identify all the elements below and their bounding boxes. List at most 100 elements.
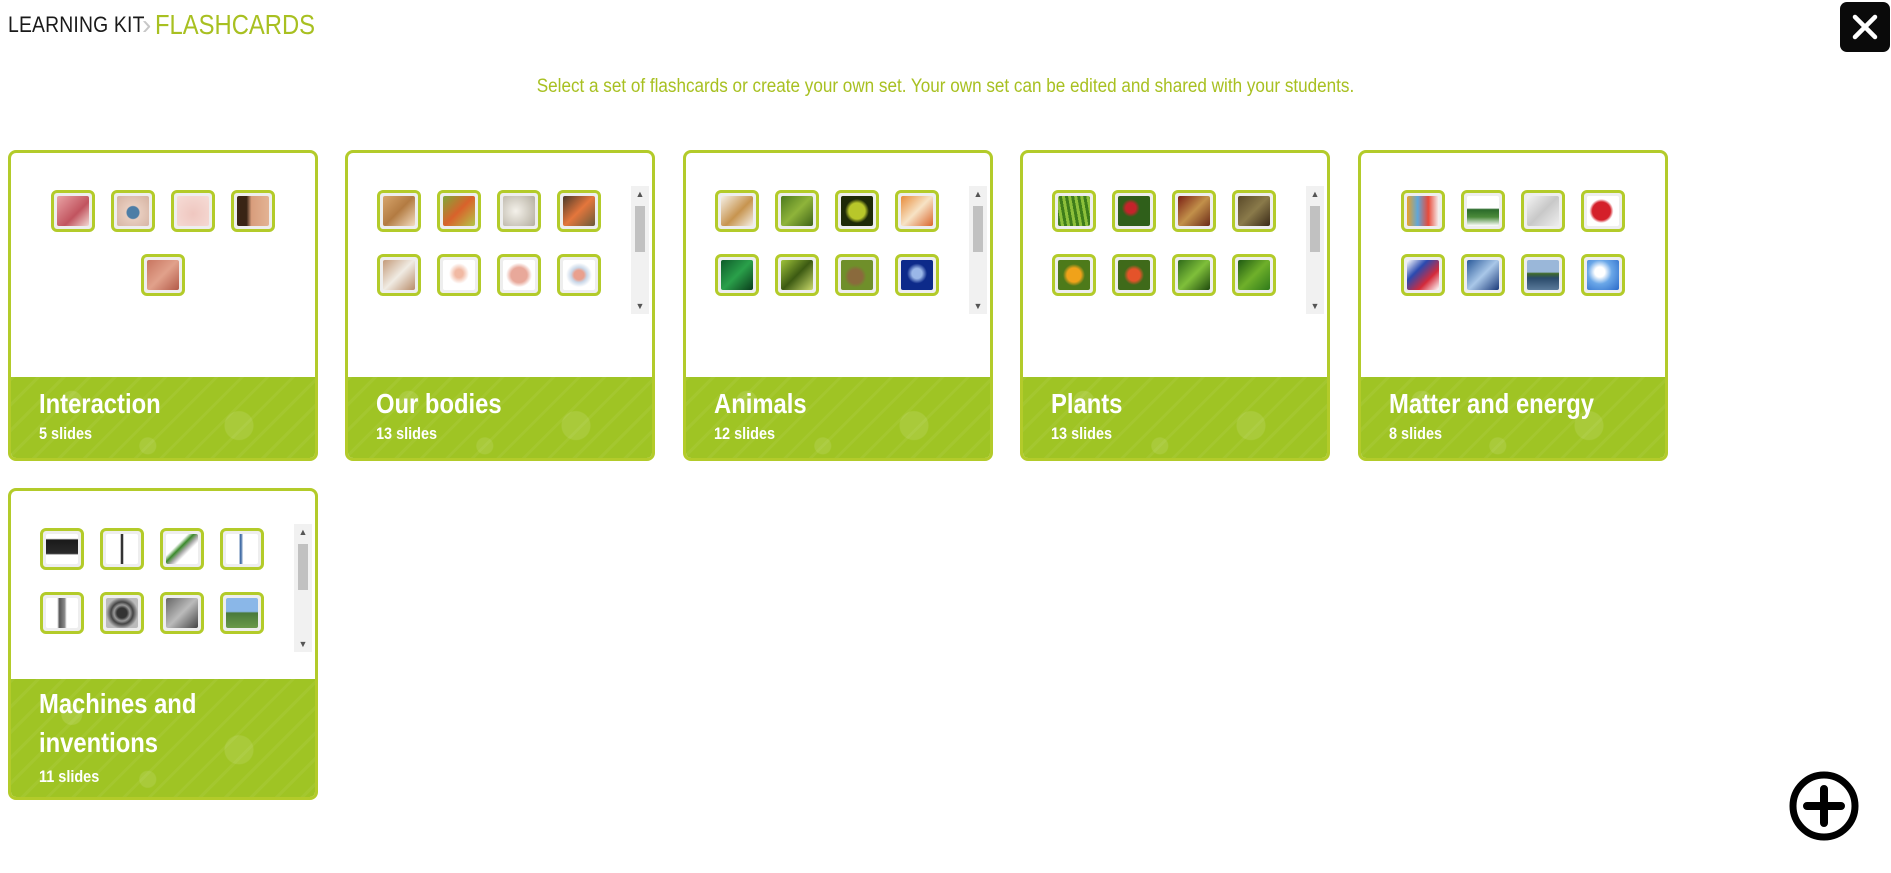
- thumbnail: [220, 592, 264, 634]
- flashcard-set-matter-and-energy[interactable]: Matter and energy 8 slides: [1358, 150, 1668, 461]
- thumbnail-grid: [1361, 153, 1665, 373]
- flashcard-set-our-bodies[interactable]: ▲ ▼ Our bodies 13 slides: [345, 150, 655, 461]
- thumbnail: [160, 528, 204, 570]
- thumbnail-grid: [348, 153, 652, 373]
- thumbnail: [895, 190, 939, 232]
- thumbnail: [377, 190, 421, 232]
- scroll-thumb[interactable]: [1310, 206, 1320, 252]
- flashcard-set-interaction[interactable]: Interaction 5 slides: [8, 150, 318, 461]
- card-title: Matter and energy: [1389, 388, 1594, 419]
- thumbnail: [557, 190, 601, 232]
- card-slide-count: 11 slides: [39, 767, 100, 786]
- thumbnail: [557, 254, 601, 296]
- thumbnail: [437, 254, 481, 296]
- page-title: FLASHCARDS: [155, 9, 316, 40]
- card-title: Interaction: [39, 388, 161, 419]
- thumbnail: [1052, 190, 1096, 232]
- card-title-line-2: inventions: [39, 727, 159, 758]
- thumbnail: [1232, 190, 1276, 232]
- card-banner: Animals 12 slides: [686, 377, 990, 458]
- thumbnail: [100, 528, 144, 570]
- thumbnail-grid: [1023, 153, 1327, 373]
- card-title: Our bodies: [376, 388, 502, 419]
- thumbnail: [51, 190, 95, 232]
- scroll-up-icon[interactable]: ▲: [631, 186, 649, 202]
- card-banner: Matter and energy 8 slides: [1361, 377, 1665, 458]
- thumbnail: [40, 528, 84, 570]
- thumbnail: [497, 254, 541, 296]
- card-scrollbar[interactable]: ▲ ▼: [631, 186, 649, 314]
- thumbnail: [111, 190, 155, 232]
- scroll-up-icon[interactable]: ▲: [1306, 186, 1324, 202]
- thumbnail-grid: [686, 153, 990, 373]
- thumbnail: [1521, 254, 1565, 296]
- thumbnail: [100, 592, 144, 634]
- card-banner: Machines and inventions 11 slides: [11, 679, 315, 797]
- thumbnail: [835, 190, 879, 232]
- breadcrumb: LEARNING KIT › FLASHCARDS: [8, 8, 344, 42]
- thumbnail: [1112, 254, 1156, 296]
- card-title-line-1: Machines and: [39, 688, 197, 719]
- thumbnail: [1581, 190, 1625, 232]
- card-slide-count: 5 slides: [39, 424, 93, 443]
- close-button[interactable]: [1840, 2, 1890, 52]
- thumbnail: [1052, 254, 1096, 296]
- thumbnail: [141, 254, 185, 296]
- thumbnail: [775, 190, 819, 232]
- thumbnail: [231, 190, 275, 232]
- thumbnail: [377, 254, 421, 296]
- card-scrollbar[interactable]: ▲ ▼: [969, 186, 987, 314]
- thumbnail-grid: [11, 153, 315, 373]
- scroll-up-icon[interactable]: ▲: [969, 186, 987, 202]
- thumbnail: [715, 190, 759, 232]
- thumbnail: [1521, 190, 1565, 232]
- scroll-thumb[interactable]: [635, 206, 645, 252]
- card-slide-count: 8 slides: [1389, 424, 1443, 443]
- scroll-up-icon[interactable]: ▲: [294, 524, 312, 540]
- scroll-down-icon[interactable]: ▼: [1306, 298, 1324, 314]
- card-slide-count: 13 slides: [376, 424, 438, 443]
- thumbnail: [1172, 254, 1216, 296]
- flashcard-set-animals[interactable]: ▲ ▼ Animals 12 slides: [683, 150, 993, 461]
- card-banner: Interaction 5 slides: [11, 377, 315, 458]
- scroll-down-icon[interactable]: ▼: [631, 298, 649, 314]
- card-title: Animals: [714, 388, 807, 419]
- thumbnail-grid: [11, 491, 315, 711]
- card-scrollbar[interactable]: ▲ ▼: [294, 524, 312, 652]
- card-slide-count: 13 slides: [1051, 424, 1113, 443]
- thumbnail: [835, 254, 879, 296]
- thumbnail: [1461, 254, 1505, 296]
- thumbnail: [220, 528, 264, 570]
- thumbnail: [497, 190, 541, 232]
- scroll-down-icon[interactable]: ▼: [294, 636, 312, 652]
- plus-circle-icon: [1789, 771, 1859, 841]
- card-scrollbar[interactable]: ▲ ▼: [1306, 186, 1324, 314]
- flashcard-set-plants[interactable]: ▲ ▼ Plants 13 slides: [1020, 150, 1330, 461]
- thumbnail: [895, 254, 939, 296]
- breadcrumb-root[interactable]: LEARNING KIT: [8, 12, 144, 38]
- card-banner: Plants 13 slides: [1023, 377, 1327, 458]
- flashcard-set-machines-and-inventions[interactable]: ▲ ▼ Machines and inventions 11 slides: [8, 488, 318, 800]
- add-set-button[interactable]: [1788, 770, 1860, 842]
- thumbnail: [160, 592, 204, 634]
- thumbnail: [437, 190, 481, 232]
- card-banner: Our bodies 13 slides: [348, 377, 652, 458]
- thumbnail: [1581, 254, 1625, 296]
- thumbnail: [40, 592, 84, 634]
- scroll-thumb[interactable]: [298, 544, 308, 590]
- subtitle: Select a set of flashcards or create you…: [536, 76, 1355, 97]
- thumbnail: [1401, 190, 1445, 232]
- scroll-down-icon[interactable]: ▼: [969, 298, 987, 314]
- thumbnail: [1461, 190, 1505, 232]
- card-slide-count: 12 slides: [714, 424, 776, 443]
- thumbnail: [1401, 254, 1445, 296]
- thumbnail: [171, 190, 215, 232]
- scroll-thumb[interactable]: [973, 206, 983, 252]
- thumbnail: [775, 254, 819, 296]
- card-title: Plants: [1051, 388, 1123, 419]
- thumbnail: [1232, 254, 1276, 296]
- close-icon: [1852, 14, 1878, 40]
- thumbnail: [1172, 190, 1216, 232]
- thumbnail: [715, 254, 759, 296]
- thumbnail: [1112, 190, 1156, 232]
